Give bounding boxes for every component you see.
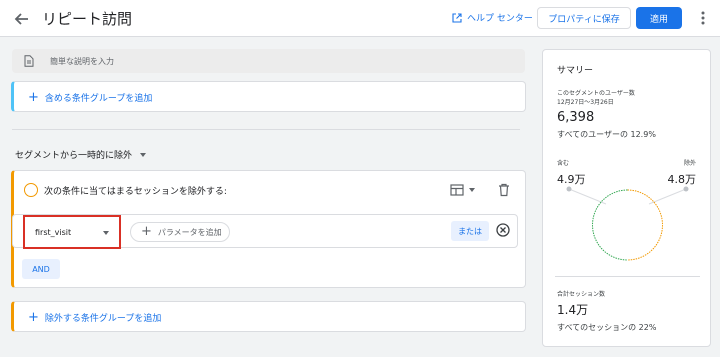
and-button[interactable]: AND xyxy=(22,259,60,279)
plus-icon: + xyxy=(141,224,152,239)
help-center-link[interactable]: ヘルプ センター xyxy=(452,11,533,24)
date-range: 12月27日～3月26日 xyxy=(557,99,614,106)
help-center-label: ヘルプ センター xyxy=(467,14,533,24)
event-select-value: first_visit xyxy=(35,228,72,237)
add-exclude-group-card: + 除外する条件グループを追加 xyxy=(11,301,526,332)
add-include-group-label: 含める条件グループを追加 xyxy=(44,94,153,104)
open-in-new-icon xyxy=(452,12,462,23)
caret-down-icon xyxy=(469,188,475,192)
or-button[interactable]: または xyxy=(451,221,489,241)
add-exclude-group-label: 除外する条件グループを追加 xyxy=(44,314,162,324)
remove-condition-icon[interactable] xyxy=(496,223,510,237)
caret-down-icon xyxy=(103,231,109,235)
event-select[interactable]: first_visit xyxy=(23,215,121,249)
exclude-mode-label: セグメントから一時的に除外 xyxy=(15,151,133,161)
exclude-mode-dropdown[interactable]: セグメントから一時的に除外 xyxy=(15,148,147,161)
add-parameter-button[interactable]: + パラメータを追加 xyxy=(130,222,230,242)
view-module-icon xyxy=(450,184,464,196)
sessions-percentage: すべてのセッションの 22% xyxy=(557,323,657,332)
apply-button[interactable]: 適用 xyxy=(636,7,682,29)
add-exclude-group-button[interactable]: + 除外する条件グループを追加 xyxy=(28,309,162,325)
exclude-condition-title: 次の条件に当てはまるセッションを除外する: xyxy=(44,187,227,197)
summary-divider xyxy=(555,276,700,277)
more-vert-icon[interactable] xyxy=(696,10,710,26)
exclude-pointer xyxy=(648,188,687,205)
document-icon xyxy=(24,55,34,67)
add-parameter-label: パラメータを追加 xyxy=(157,227,222,237)
include-label: 含む xyxy=(557,160,570,167)
section-divider xyxy=(12,129,520,130)
plus-icon: + xyxy=(28,89,39,105)
exclude-label: 除外 xyxy=(683,160,696,167)
description-field[interactable]: 簡単な説明を入力 xyxy=(12,49,525,73)
include-pointer-dot xyxy=(566,186,572,192)
sessions-value: 1.4万 xyxy=(557,303,589,317)
include-group-card: + 含める条件グループを追加 xyxy=(11,81,526,112)
description-placeholder: 簡単な説明を入力 xyxy=(50,57,114,66)
users-label: このセグメントのユーザー数 xyxy=(557,90,635,97)
exclude-pointer-dot xyxy=(683,186,689,192)
include-pointer xyxy=(568,188,607,205)
summary-panel: サマリー このセグメントのユーザー数 12月27日～3月26日 6,398 すべ… xyxy=(542,49,711,347)
summary-title: サマリー xyxy=(557,66,594,76)
sessions-label: 合計セッション数 xyxy=(557,291,606,298)
save-to-property-button[interactable]: プロパティに保存 xyxy=(537,7,631,29)
delete-icon[interactable] xyxy=(498,183,510,197)
users-value: 6,398 xyxy=(557,110,595,125)
page-title: リピート訪問 xyxy=(42,10,133,28)
users-percentage: すべてのユーザーの 12.9% xyxy=(557,130,656,139)
condition-status-icon xyxy=(24,183,38,197)
back-arrow-icon[interactable] xyxy=(12,9,32,29)
plus-icon: + xyxy=(28,309,39,325)
segment-ring-chart xyxy=(566,186,689,261)
add-include-group-button[interactable]: + 含める条件グループを追加 xyxy=(28,89,153,105)
top-bar: リピート訪問 ヘルプ センター プロパティに保存 適用 xyxy=(0,0,720,37)
caret-down-icon xyxy=(140,152,147,157)
condition-scope-menu[interactable] xyxy=(450,184,475,196)
